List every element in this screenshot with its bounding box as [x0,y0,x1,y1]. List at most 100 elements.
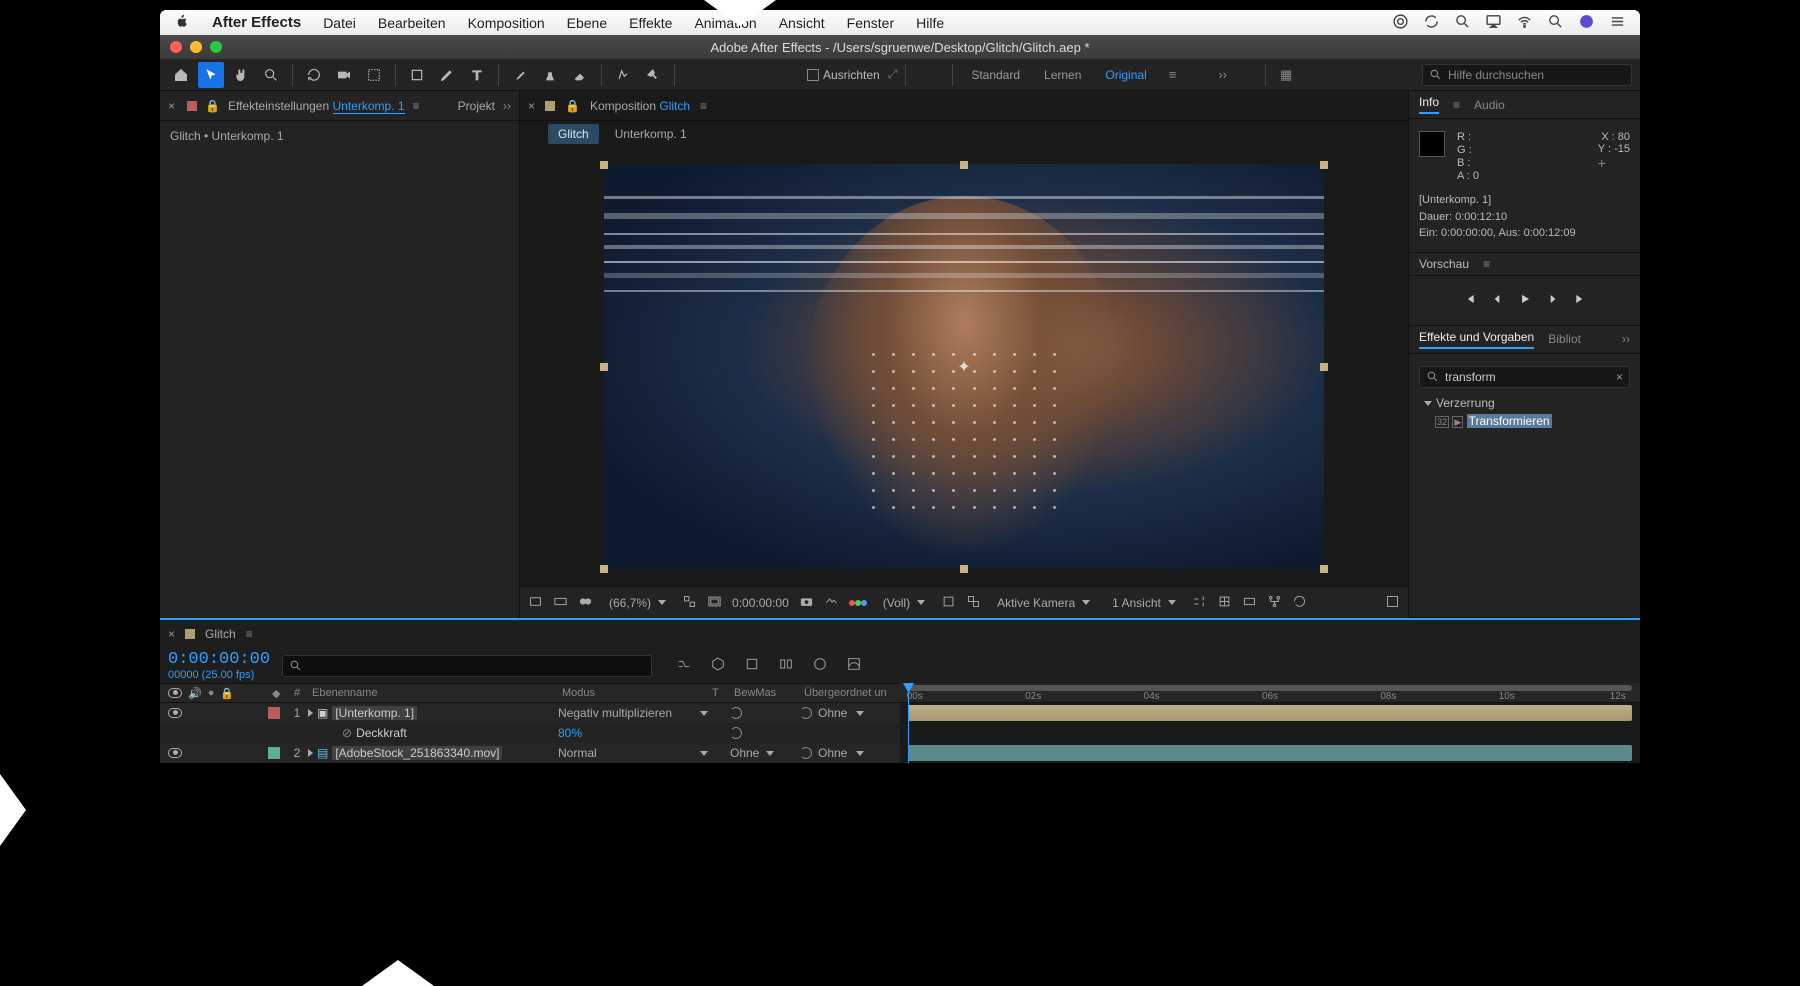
spotlight-icon[interactable] [1547,13,1564,33]
selection-handle[interactable] [600,161,608,169]
lock-icon[interactable]: 🔒 [565,99,580,113]
lock-column-icon[interactable]: 🔒 [220,687,234,700]
eraser-tool-icon[interactable] [567,62,593,88]
close-panel-icon[interactable]: × [528,99,535,113]
camera-tool-icon[interactable] [331,62,357,88]
alpha-toggle-icon[interactable] [528,594,543,612]
clear-search-icon[interactable]: × [1616,370,1623,384]
next-frame-icon[interactable] [1546,292,1560,309]
close-panel-icon[interactable]: × [168,627,175,641]
motion-blur-icon[interactable] [812,656,828,675]
pen-tool-icon[interactable] [434,62,460,88]
resolution-dropdown[interactable]: (Voll) [877,596,931,610]
selection-handle[interactable] [1320,565,1328,573]
play-icon[interactable] [1518,292,1532,309]
menu-ebene[interactable]: Ebene [567,15,607,31]
selection-handle[interactable] [960,565,968,573]
workspace-original[interactable]: Original [1095,68,1156,82]
blend-mode-dropdown[interactable]: Negativ multiplizieren [558,706,708,720]
layer-row-1[interactable]: 1 ▣[Unterkomp. 1] Negativ multiplizieren… [160,703,900,723]
parent-dropdown[interactable]: Ohne [800,746,892,760]
puppet-pin-tool-icon[interactable] [640,62,666,88]
help-search-input[interactable]: Hilfe durchsuchen [1422,64,1632,86]
safe-zones-icon[interactable] [707,594,722,612]
menu-komposition[interactable]: Komposition [468,15,545,31]
anchor-point-icon[interactable]: ✦ [957,357,970,377]
visibility-column-icon[interactable] [168,688,182,698]
visibility-toggle-icon[interactable] [168,708,182,718]
tab-audio[interactable]: Audio [1474,98,1505,112]
pickwhip-icon[interactable] [800,747,812,759]
layer-label-icon[interactable] [268,707,280,719]
maximize-window-icon[interactable] [210,41,222,53]
frame-blend-icon[interactable] [778,656,794,675]
rectangle-tool-icon[interactable] [404,62,430,88]
timeline-button-icon[interactable] [1242,594,1257,612]
shy-toggle-icon[interactable] [744,656,760,675]
effect-item-transformieren[interactable]: 32 ▶ Transformieren [1435,414,1632,428]
snapshot-icon[interactable] [799,594,814,612]
effect-category[interactable]: Verzerrung [1417,394,1632,412]
tab-vorschau[interactable]: Vorschau [1419,257,1469,271]
draft-3d-icon[interactable] [710,656,726,675]
view-layout-dropdown[interactable]: 1 Ansicht [1106,596,1182,610]
menu-hilfe[interactable]: Hilfe [916,15,944,31]
opacity-value[interactable]: 80% [558,726,708,740]
selection-handle[interactable] [960,161,968,169]
active-camera-dropdown[interactable]: Aktive Kamera [991,596,1096,610]
timeline-search-input[interactable] [282,655,652,677]
first-frame-icon[interactable] [1462,292,1476,309]
tab-komposition[interactable]: Komposition Glitch [590,99,690,113]
hand-tool-icon[interactable] [228,62,254,88]
expand-layer-icon[interactable] [308,749,313,757]
selection-handle[interactable] [600,363,608,371]
app-name[interactable]: After Effects [212,14,301,31]
panel-menu-icon[interactable]: ≡ [413,99,420,113]
brush-tool-icon[interactable] [507,62,533,88]
tab-library[interactable]: Bibliot [1548,332,1581,346]
property-row-deckkraft[interactable]: ⊘ Deckkraft 80% [160,723,900,743]
pixel-aspect-icon[interactable] [1192,594,1207,612]
selection-tool-icon[interactable] [198,62,224,88]
minimize-window-icon[interactable] [190,41,202,53]
siri-icon[interactable] [1578,13,1595,33]
close-panel-icon[interactable]: × [168,99,179,113]
maximize-panel-icon[interactable] [1385,594,1400,612]
workspace-switcher-icon[interactable]: ▦ [1274,67,1298,83]
wifi-icon[interactable] [1516,13,1533,33]
inner-tab-unterkomp[interactable]: Unterkomp. 1 [605,124,697,144]
menu-bearbeiten[interactable]: Bearbeiten [378,15,446,31]
stopwatch-icon[interactable]: ⊘ [342,726,352,740]
solo-column-icon[interactable]: ● [208,687,215,699]
workspace-standard[interactable]: Standard [961,68,1030,82]
track-matte-dropdown[interactable]: Ohne [730,746,800,760]
layer-bar-2[interactable] [908,745,1632,761]
show-snapshot-icon[interactable] [824,594,839,612]
tab-effect-controls[interactable]: Effekteinstellungen Unterkomp. 1 [228,99,405,113]
menu-ansicht[interactable]: Ansicht [779,15,825,31]
menu-effekte[interactable]: Effekte [629,15,672,31]
fast-preview-icon[interactable] [1217,594,1232,612]
apple-icon[interactable] [174,13,190,32]
close-window-icon[interactable] [170,41,182,53]
airplay-icon[interactable] [1485,13,1502,33]
timecode-display[interactable]: 0:00:00:00 [732,596,789,610]
pan-behind-tool-icon[interactable] [361,62,387,88]
resolution-toggle-icon[interactable] [682,594,697,612]
layer-row-2[interactable]: 2 ▤[AdobeStock_251863340.mov] Normal Ohn… [160,743,900,763]
blend-mode-dropdown[interactable]: Normal [558,746,708,760]
mask-toggle-icon[interactable] [578,594,593,612]
visibility-toggle-icon[interactable] [168,748,182,758]
pickwhip-icon[interactable] [730,727,742,739]
clone-stamp-tool-icon[interactable] [537,62,563,88]
pickwhip-icon[interactable] [800,707,812,719]
timeline-ruler[interactable]: 00s 02s 04s 06s 08s 10s 12s [900,683,1640,763]
expand-layer-icon[interactable] [308,709,313,717]
panel-menu-icon[interactable]: ≡ [246,627,253,641]
lock-icon[interactable]: 🔒 [205,99,220,113]
menu-list-icon[interactable] [1609,13,1626,33]
layer-bar-1[interactable] [908,705,1632,721]
selection-handle[interactable] [1320,363,1328,371]
align-checkbox[interactable]: Ausrichten⤢ [807,67,897,82]
render-settings-icon[interactable] [1292,594,1307,612]
